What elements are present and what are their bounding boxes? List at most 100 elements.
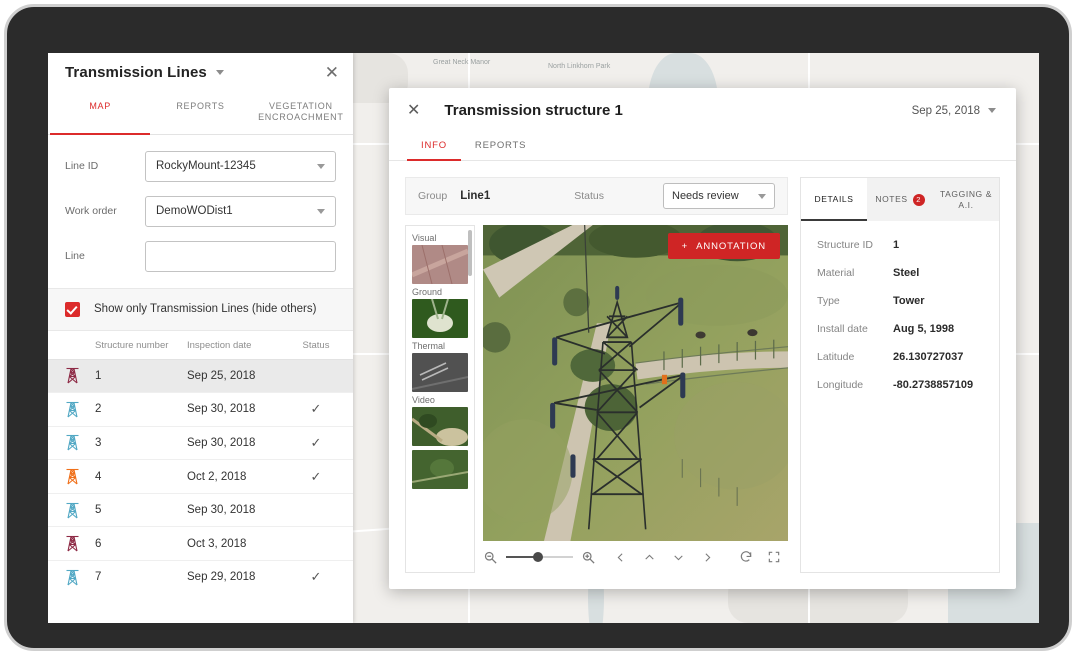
chevron-down-icon [317, 208, 325, 214]
thumbnail-label: Visual [412, 233, 437, 243]
up-icon[interactable] [635, 551, 664, 564]
modal-tab-reports[interactable]: REPORTS [461, 133, 540, 161]
table-row[interactable]: 6 Oct 3, 2018 [48, 526, 353, 560]
inspection-date: Sep 30, 2018 [187, 504, 256, 517]
transmission-tower-icon [66, 401, 79, 418]
line-id-select[interactable]: RockyMount-12345 [145, 150, 336, 182]
date-value: Sep 25, 2018 [911, 104, 980, 117]
detail-value: 26.130727037 [893, 351, 964, 364]
work-order-select[interactable]: DemoWODist1 [145, 195, 336, 227]
details-tab-tagging-a-i[interactable]: TAGGING & A.I. [933, 178, 999, 221]
show-only-transmission-lines-checkbox-row[interactable]: Show only Transmission Lines (hide other… [48, 288, 353, 331]
structure-detail-modal: ✕ Transmission structure 1 Sep 25, 2018 … [389, 88, 1016, 589]
screen: Camden HeightsSmith Lake TerraceGreat Ne… [48, 53, 1039, 623]
rotate-icon[interactable] [732, 550, 760, 564]
filter-row-line-id: Line ID RockyMount-12345 [65, 150, 336, 182]
status-select[interactable]: Needs review [663, 183, 775, 209]
detail-row: Type Tower [817, 295, 983, 307]
table-row[interactable]: 7 Sep 29, 2018 ✓ [48, 560, 353, 594]
table-row[interactable]: 1 Sep 25, 2018 [48, 358, 353, 393]
tower-icon-cell [65, 367, 95, 384]
table-row[interactable]: 3 Sep 30, 2018 ✓ [48, 425, 353, 460]
chevron-down-icon [988, 108, 996, 113]
detail-value: Aug 5, 1998 [893, 323, 955, 336]
modal-body: Group Line1 Status Needs review Visual Gr… [389, 161, 1016, 589]
notes-count-badge: 2 [912, 193, 925, 206]
chevron-down-icon[interactable] [215, 69, 224, 75]
detail-label: Install date [817, 323, 868, 336]
thumbnail-item[interactable] [412, 299, 470, 338]
detail-row: Material Steel [817, 267, 983, 279]
media-viewer: Visual Ground Thermal Video + ANNOTATION [405, 225, 788, 573]
work-order-value: DemoWODist1 [156, 205, 233, 217]
thumbnail-item[interactable] [412, 353, 470, 392]
tower-icon-cell [65, 569, 95, 586]
date-selector[interactable]: Sep 25, 2018 [912, 105, 996, 117]
filter-label: Line ID [65, 160, 99, 172]
detail-row: Structure ID 1 [817, 239, 983, 251]
transmission-tower-icon [66, 569, 79, 586]
close-icon[interactable]: ✕ [325, 64, 339, 81]
main-photo[interactable]: + ANNOTATION [483, 225, 788, 541]
details-tab-notes[interactable]: NOTES 2 [867, 178, 933, 221]
tower-icon-cell [65, 401, 95, 418]
details-tab-label: TAGGING & A.I. [940, 189, 992, 210]
detail-label: Longitude [817, 379, 864, 392]
left-panel-tabs: MAP REPORTS VEGETATION ENCROACHMENT [48, 91, 353, 135]
down-icon[interactable] [664, 551, 693, 564]
filter-label: Work order [65, 205, 117, 217]
next-icon[interactable] [693, 551, 722, 564]
fullscreen-icon[interactable] [760, 550, 788, 564]
group-value: Line1 [460, 190, 491, 202]
checkbox[interactable] [65, 301, 80, 317]
line-input[interactable] [145, 240, 336, 272]
structure-number: 5 [95, 504, 102, 517]
left-tab-vegetation[interactable]: VEGETATION ENCROACHMENT [251, 91, 351, 135]
transmission-tower-icon [66, 536, 79, 552]
inspection-date: Oct 3, 2018 [187, 537, 247, 550]
structure-number-header: Structure number [95, 339, 169, 351]
modal-tab-info[interactable]: INFO [407, 133, 461, 161]
scrollbar-thumb[interactable] [468, 230, 472, 276]
status-check-icon: ✓ [310, 401, 322, 417]
chevron-down-icon [758, 193, 766, 199]
detail-value: -80.2738857109 [893, 379, 974, 392]
status-label: Status [574, 190, 605, 202]
thumbnail-item[interactable] [412, 450, 470, 489]
transmission-tower-icon [66, 435, 79, 451]
structure-number: 4 [95, 470, 102, 483]
table-row[interactable]: 5 Sep 30, 2018 [48, 492, 353, 527]
detail-value: Steel [893, 267, 920, 280]
zoom-in-icon[interactable] [581, 550, 596, 565]
status-check-icon: ✓ [310, 569, 322, 585]
table-header: Structure number Inspection date Status [48, 331, 353, 359]
group-label: Group [418, 190, 448, 202]
tower-icon-cell [65, 535, 95, 552]
filter-form: Line ID RockyMount-12345 Work order Demo… [48, 135, 353, 289]
transmission-tower-icon [66, 469, 79, 485]
thumbnail-item[interactable] [412, 245, 470, 284]
left-panel-header: Transmission Lines ✕ [48, 53, 353, 91]
left-tab-reports[interactable]: REPORTS [150, 91, 250, 135]
add-annotation-button[interactable]: + ANNOTATION [667, 233, 780, 259]
zoom-out-icon[interactable] [483, 550, 498, 565]
thumbnail-item[interactable] [412, 407, 470, 446]
details-tab-details[interactable]: DETAILS [801, 178, 867, 222]
slider-knob[interactable] [532, 552, 543, 562]
photo-controls [483, 541, 788, 573]
left-tab-map[interactable]: MAP [50, 91, 151, 135]
table-row[interactable]: 2 Sep 30, 2018 ✓ [48, 392, 353, 426]
details-card: DETAILS NOTES 2 TAGGING & A.I. Structure ID… [800, 177, 1000, 573]
structure-table-body: 1 Sep 25, 2018 2 Sep 30, 2018 ✓ 3 Sep 30, 2018… [48, 358, 353, 624]
detail-label: Material [817, 267, 855, 280]
previous-icon[interactable] [606, 551, 635, 564]
zoom-slider[interactable] [506, 550, 573, 564]
modal-tabs: INFO REPORTS [389, 133, 1016, 161]
close-icon[interactable]: ✕ [407, 102, 420, 119]
structure-number: 1 [95, 369, 102, 382]
detail-label: Latitude [817, 351, 855, 364]
tower-icon-cell [65, 502, 95, 519]
inspection-date: Sep 30, 2018 [187, 436, 256, 449]
table-row[interactable]: 4 Oct 2, 2018 ✓ [48, 459, 353, 493]
thumbnail-strip[interactable]: Visual Ground Thermal Video [405, 225, 475, 573]
